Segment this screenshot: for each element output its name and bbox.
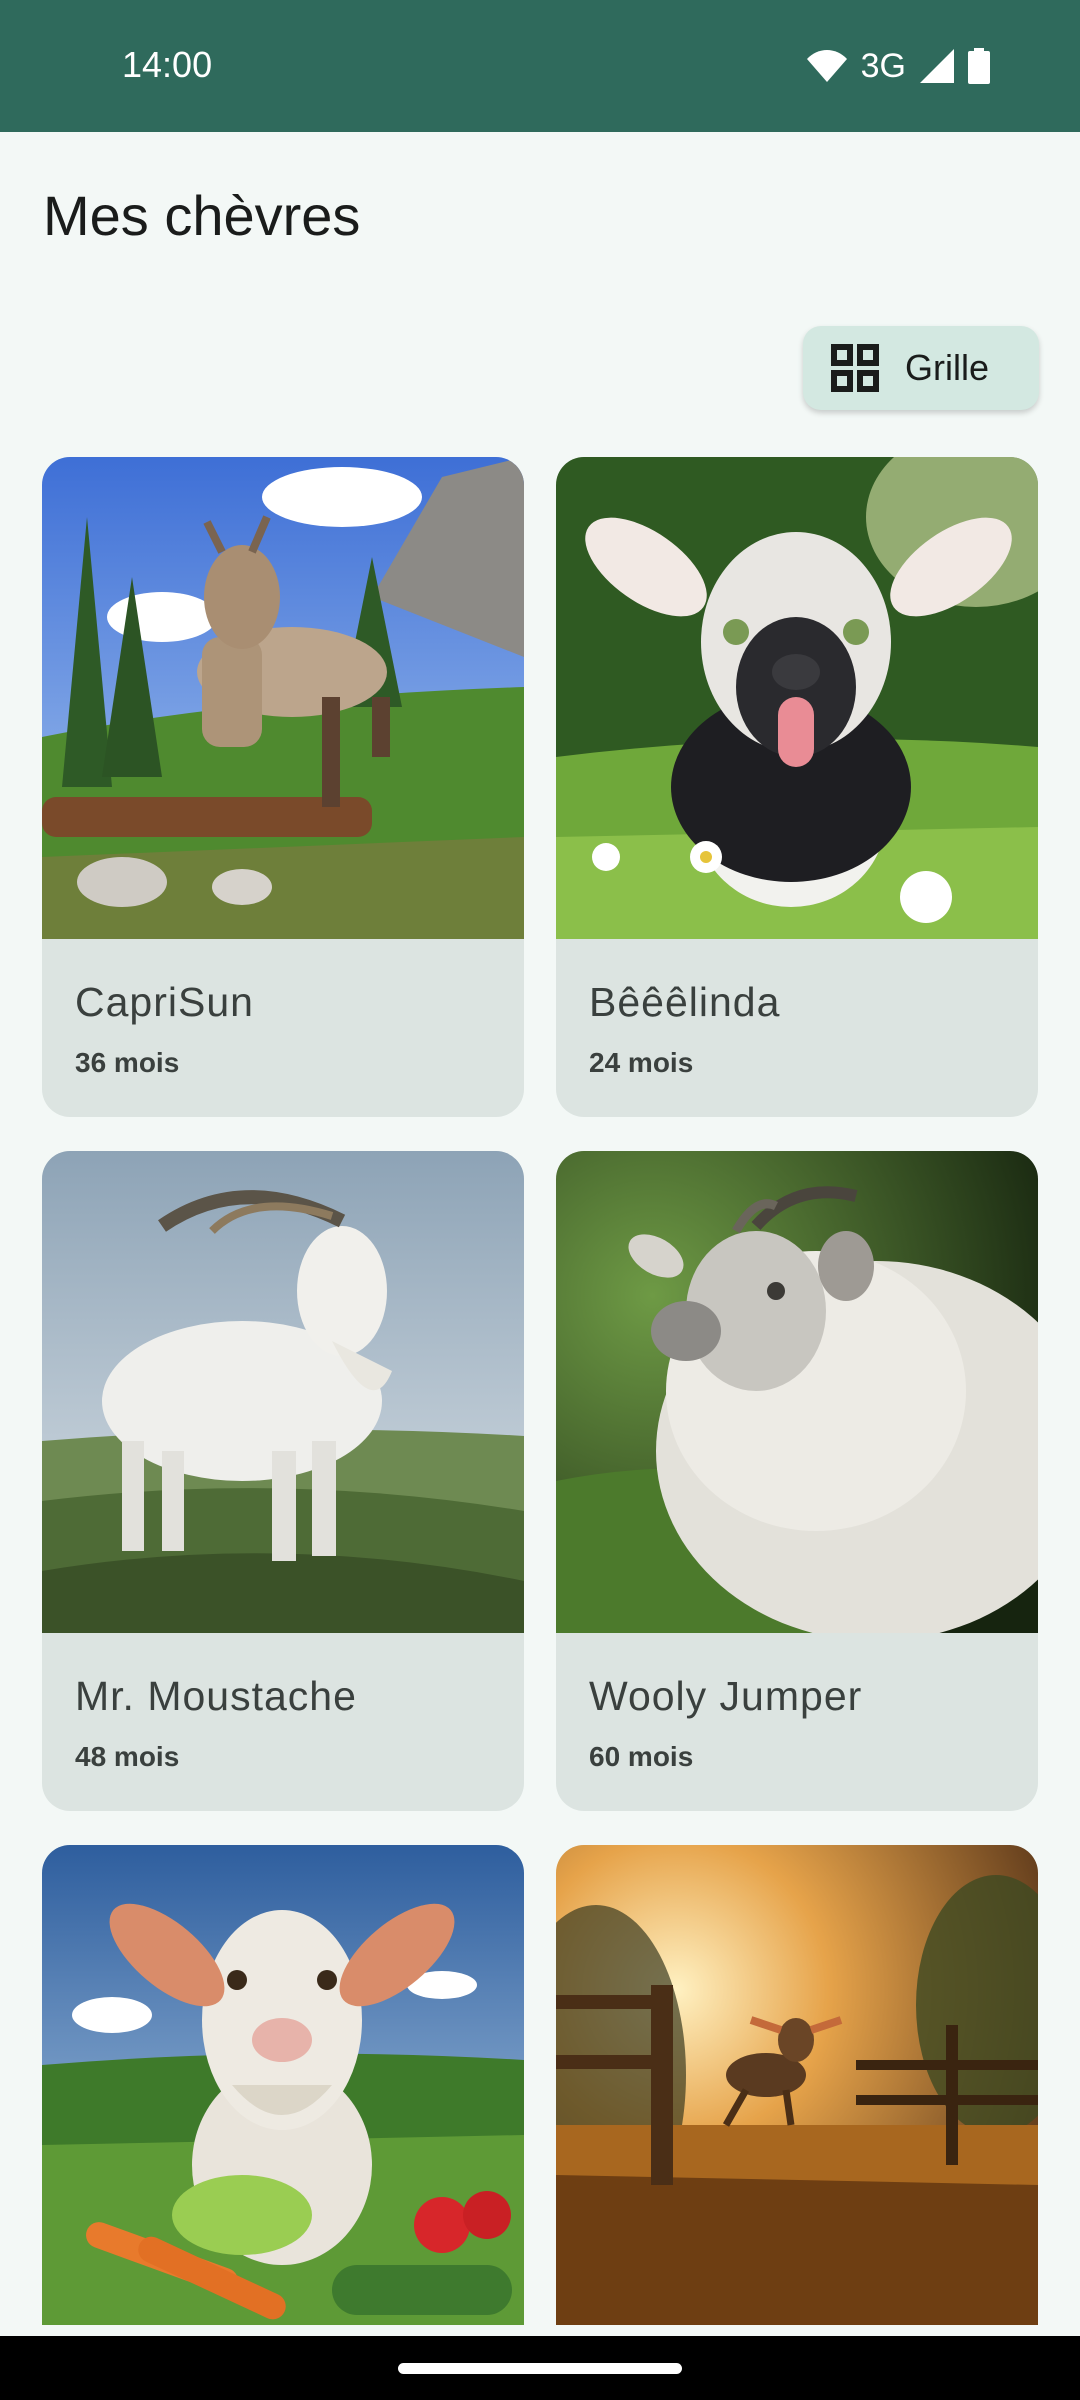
goat-card[interactable]: Mr. Moustache 48 mois [42, 1151, 524, 1811]
status-bar: 14:00 3G [0, 0, 1080, 132]
status-time: 14:00 [122, 44, 213, 85]
status-icons: 3G [806, 46, 990, 86]
view-toggle-label: Grille [905, 347, 990, 388]
network-type-label: 3G [860, 47, 906, 85]
cell-signal-icon [920, 49, 954, 83]
goat-age: 24 mois [589, 1047, 694, 1078]
wifi-icon [806, 50, 847, 82]
goat-photo [42, 1845, 524, 2325]
goat-card[interactable] [556, 1845, 1038, 2325]
goat-name: Mr. Moustache [75, 1673, 357, 1719]
goat-photo [42, 1151, 524, 1633]
goat-card[interactable]: CapriSun 36 mois [42, 457, 524, 1117]
grid-view-icon [831, 344, 879, 392]
battery-icon [968, 48, 990, 84]
goat-name: Bêêêlinda [589, 979, 781, 1025]
page-title: Mes chèvres [43, 184, 361, 247]
goat-photo [42, 457, 524, 939]
goat-card[interactable] [42, 1845, 524, 2325]
goat-card[interactable]: Wooly Jumper 60 mois [556, 1151, 1038, 1811]
goat-name: CapriSun [75, 979, 254, 1025]
goat-photo [556, 1151, 1038, 1633]
goat-age: 48 mois [75, 1741, 180, 1772]
goat-age: 60 mois [589, 1741, 694, 1772]
goat-card[interactable]: Bêêêlinda 24 mois [556, 457, 1038, 1117]
goat-age: 36 mois [75, 1047, 180, 1078]
goat-photo [556, 1845, 1038, 2325]
goat-photo [556, 457, 1038, 939]
view-toggle-button[interactable]: Grille [803, 326, 1039, 410]
home-gesture-handle[interactable] [398, 2363, 682, 2374]
goat-name: Wooly Jumper [589, 1673, 863, 1719]
